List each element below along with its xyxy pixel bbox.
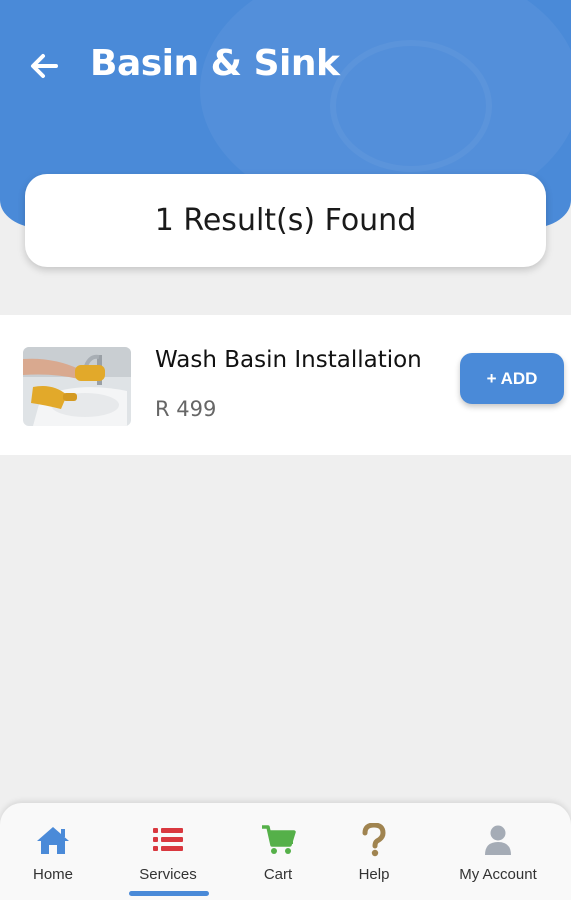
nav-item-home[interactable]: Home (22, 803, 84, 900)
nav-item-cart[interactable]: Cart (250, 803, 306, 900)
question-icon (362, 823, 386, 857)
bottom-nav: Home Services Cart Help My Account (0, 803, 571, 900)
nav-label-help: Help (358, 866, 390, 883)
list-item[interactable]: Wash Basin Installation R 499 + ADD (0, 315, 571, 455)
add-button[interactable]: + ADD (460, 353, 564, 404)
user-icon (485, 825, 511, 855)
cart-icon (262, 825, 296, 854)
results-summary: 1 Result(s) Found (154, 203, 417, 238)
screen: Basin & Sink 1 Result(s) Found Wash Basi… (0, 0, 571, 900)
back-button[interactable] (24, 46, 64, 86)
results-summary-card: 1 Result(s) Found (25, 174, 546, 267)
page-title: Basin & Sink (90, 43, 340, 84)
arrow-left-icon (31, 54, 58, 78)
nav-label-cart: Cart (263, 866, 293, 883)
service-price: R 499 (155, 397, 217, 421)
active-tab-indicator (129, 891, 209, 896)
list-icon (153, 828, 183, 851)
header-decoration (330, 40, 492, 172)
nav-label-home: Home (32, 866, 73, 883)
nav-item-services[interactable]: Services (128, 803, 208, 900)
nav-label-my-account: My Account (459, 866, 537, 883)
service-image (23, 347, 131, 426)
home-icon (37, 827, 69, 854)
nav-item-help[interactable]: Help (348, 803, 400, 900)
nav-item-my-account[interactable]: My Account (448, 803, 548, 900)
nav-label-services: Services (139, 866, 197, 883)
service-name: Wash Basin Installation (155, 347, 422, 373)
